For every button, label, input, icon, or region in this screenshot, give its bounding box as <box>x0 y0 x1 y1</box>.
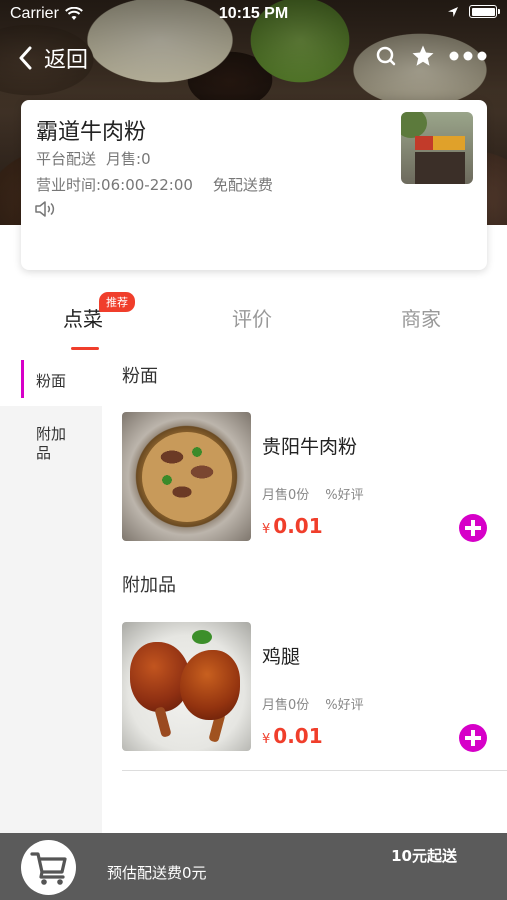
delivery-fee-estimate: 预估配送费0元 <box>107 864 207 882</box>
battery-icon <box>469 5 500 18</box>
star-icon <box>412 45 434 66</box>
sidebar-item-noodles[interactable]: 粉面 <box>0 350 102 406</box>
shop-photo[interactable] <box>401 112 473 184</box>
shop-info-card: 霸道牛肉粉 平台配送 月售:0 营业时间:06:00-22:00 免配送费 <box>21 100 487 270</box>
status-bar: Carrier 10:15 PM <box>0 0 507 30</box>
cart-button[interactable] <box>21 840 76 895</box>
tab-bar: 点菜 推荐 评价 商家 <box>0 285 507 350</box>
cart-icon <box>29 851 67 885</box>
dish-sales: 月售0份 <box>262 488 310 503</box>
back-label: 返回 <box>44 48 89 73</box>
sidebar-active-indicator <box>21 360 24 398</box>
category-sidebar: 粉面 附加品 <box>0 350 102 833</box>
add-to-cart-button[interactable] <box>459 514 487 542</box>
delivery-fee: 免配送费 <box>212 176 273 194</box>
dish-item[interactable]: 贵阳牛肉粉 月售0份 %好评 ¥ 0.01 <box>122 412 507 542</box>
delivery-type: 平台配送 <box>36 150 97 168</box>
price-amount: 0.01 <box>273 724 323 748</box>
search-button[interactable] <box>375 45 397 67</box>
dish-rating: %好评 <box>325 698 364 713</box>
dish-price: ¥ 0.01 <box>262 514 323 538</box>
dish-sales: 月售0份 <box>262 698 310 713</box>
nav-actions <box>375 44 487 68</box>
cart-bar: 预估配送费0元 10元起送 <box>0 833 507 900</box>
dish-stats: 月售0份 %好评 <box>262 694 364 713</box>
tab-merchant[interactable]: 商家 <box>401 303 441 332</box>
dish-image <box>122 412 251 541</box>
currency-symbol: ¥ <box>262 732 271 747</box>
tab-reviews[interactable]: 评价 <box>232 303 272 332</box>
menu-list: 粉面 贵阳牛肉粉 月售0份 %好评 ¥ 0.01 附加品 鸡腿 月售0份 %好评… <box>102 350 507 833</box>
monthly-sales: 月售:0 <box>106 150 151 168</box>
status-right <box>447 5 500 18</box>
divider <box>122 770 507 771</box>
shop-name: 霸道牛肉粉 <box>36 120 147 145</box>
recommend-badge: 推荐 <box>99 292 135 312</box>
more-button[interactable] <box>449 51 487 61</box>
location-arrow-icon <box>448 6 458 17</box>
chevron-left-icon <box>19 46 32 70</box>
price-amount: 0.01 <box>273 514 323 538</box>
speaker-icon[interactable] <box>34 199 58 219</box>
more-dots-icon <box>449 51 487 61</box>
shop-meta: 平台配送 月售:0 <box>36 148 151 169</box>
dish-image <box>122 622 251 751</box>
section-title: 附加品 <box>122 575 176 596</box>
dish-name: 鸡腿 <box>262 646 301 668</box>
sidebar-item-label: 粉面 <box>36 372 67 390</box>
sidebar-item-addons[interactable]: 附加品 <box>0 406 102 486</box>
dish-item[interactable]: 鸡腿 月售0份 %好评 ¥ 0.01 <box>122 622 507 752</box>
sidebar-item-label: 附加品 <box>36 425 67 462</box>
add-to-cart-button[interactable] <box>459 724 487 752</box>
shop-hours-row: 营业时间:06:00-22:00 免配送费 <box>36 174 273 195</box>
currency-symbol: ¥ <box>262 522 271 537</box>
dish-name: 贵阳牛肉粉 <box>262 436 358 458</box>
dish-price: ¥ 0.01 <box>262 724 323 748</box>
business-hours: 营业时间:06:00-22:00 <box>36 176 193 194</box>
section-title: 粉面 <box>122 366 158 387</box>
dish-rating: %好评 <box>325 488 364 503</box>
dish-stats: 月售0份 %好评 <box>262 484 364 503</box>
tab-order[interactable]: 点菜 <box>63 303 103 332</box>
search-icon <box>376 46 396 66</box>
nav-bar: 返回 <box>0 36 507 80</box>
favorite-button[interactable] <box>411 44 435 68</box>
status-time: 10:15 PM <box>218 5 289 22</box>
min-order-label: 10元起送 <box>391 847 457 865</box>
back-button[interactable]: 返回 <box>18 42 88 74</box>
